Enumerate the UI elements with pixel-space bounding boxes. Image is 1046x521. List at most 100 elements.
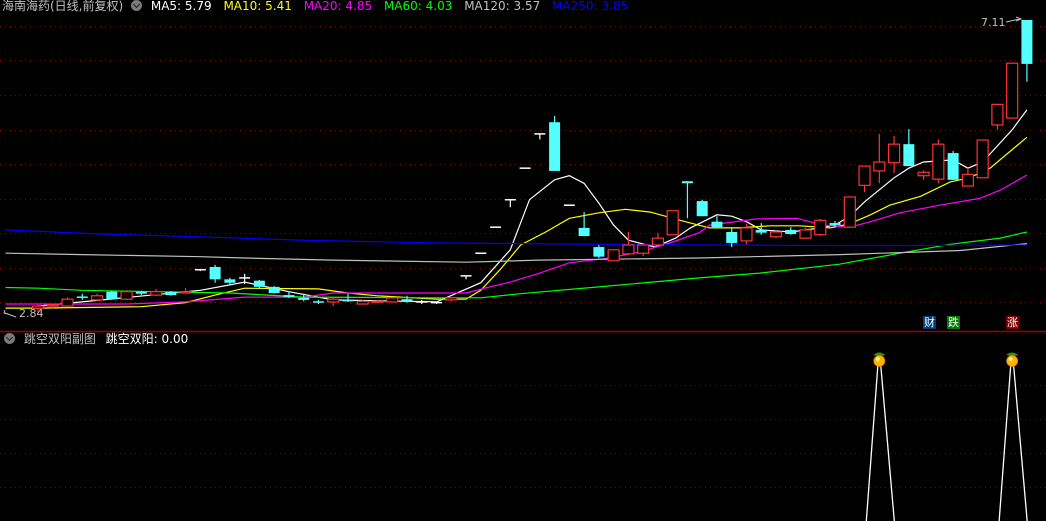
- ma250-label: MA250: 3.85: [552, 0, 629, 13]
- candle-body-up: [991, 103, 1004, 126]
- candle[interactable]: [1006, 62, 1019, 119]
- candle[interactable]: [814, 218, 827, 237]
- candle[interactable]: [917, 170, 930, 180]
- low-price-marker: [3, 309, 17, 318]
- candle[interactable]: [504, 198, 516, 208]
- candlesticks: [31, 20, 1033, 313]
- candle[interactable]: [903, 129, 915, 167]
- candle[interactable]: [224, 277, 236, 285]
- candle-body-up: [607, 249, 620, 262]
- candle-body-up: [371, 300, 384, 303]
- candle-body-up: [651, 237, 665, 246]
- candle-body-down: [726, 231, 738, 243]
- indicator-value: 跳空双阳: 0.00: [105, 332, 189, 346]
- candle-body-up: [445, 297, 458, 301]
- candle[interactable]: [666, 210, 679, 236]
- candle[interactable]: [268, 286, 280, 294]
- candle-body-up: [887, 143, 901, 164]
- candle-body-down: [785, 229, 797, 235]
- candle[interactable]: [858, 165, 871, 193]
- candle[interactable]: [1021, 20, 1033, 82]
- candle-body-down: [755, 229, 767, 233]
- candle-body-up: [858, 165, 871, 186]
- candle-body-up: [622, 244, 635, 255]
- candle[interactable]: [165, 290, 177, 296]
- ma120-line: [5, 243, 1027, 263]
- candle-body-up: [873, 161, 886, 172]
- candle[interactable]: [106, 290, 118, 300]
- candle[interactable]: [961, 168, 974, 187]
- candle-body-down: [209, 266, 221, 280]
- candle-body-down: [711, 221, 723, 228]
- candle[interactable]: [711, 216, 723, 228]
- candle[interactable]: [607, 249, 620, 262]
- candle[interactable]: [312, 299, 324, 305]
- signal-line: [880, 365, 895, 521]
- candle-body-down: [903, 144, 915, 167]
- sub-panel-header: 跳空双阳副图 跳空双阳: 0.00: [2, 331, 188, 347]
- signal-marker: [865, 352, 895, 521]
- candle[interactable]: [431, 301, 443, 305]
- kline-chart[interactable]: [0, 0, 1046, 521]
- candle[interactable]: [445, 297, 458, 302]
- candle[interactable]: [755, 223, 767, 235]
- candle[interactable]: [416, 299, 428, 305]
- candle[interactable]: [637, 244, 650, 256]
- candle-body-down: [268, 286, 280, 294]
- candle[interactable]: [785, 227, 797, 235]
- candle-body-up: [932, 143, 945, 180]
- candle-body-up: [327, 298, 340, 303]
- candle[interactable]: [976, 139, 989, 179]
- candle[interactable]: [991, 103, 1004, 130]
- candle[interactable]: [534, 133, 546, 140]
- candle-body-up: [61, 298, 74, 307]
- candle-body-up: [843, 196, 856, 228]
- orange-fruit-icon: [1006, 355, 1019, 367]
- signal-line: [865, 365, 879, 521]
- candle[interactable]: [386, 297, 399, 303]
- candle-body-down: [578, 227, 590, 237]
- candle[interactable]: [549, 116, 561, 171]
- candle[interactable]: [460, 275, 472, 280]
- ma10-label: MA10: 5.41: [223, 0, 292, 13]
- candle-body-down: [76, 296, 88, 298]
- finance-badge[interactable]: 财: [923, 316, 936, 329]
- rise-badge[interactable]: 涨: [1006, 316, 1019, 329]
- candle[interactable]: [947, 151, 959, 180]
- candle[interactable]: [887, 135, 901, 173]
- candle-body-up: [799, 229, 812, 239]
- candle[interactable]: [209, 264, 221, 283]
- fall-badge[interactable]: 跌: [947, 316, 960, 329]
- candle-body-down: [696, 201, 708, 217]
- candle-body-down: [401, 299, 413, 302]
- candle[interactable]: [194, 268, 206, 272]
- candle[interactable]: [843, 196, 856, 228]
- candle[interactable]: [120, 290, 133, 300]
- candle-body-down: [342, 299, 354, 302]
- chevron-down-icon[interactable]: [131, 0, 143, 11]
- candle[interactable]: [149, 288, 163, 296]
- candle-body-up: [814, 219, 827, 236]
- candle[interactable]: [327, 297, 340, 307]
- candle-body-down: [593, 247, 605, 257]
- high-price-label: 7.11: [981, 16, 1006, 29]
- candle[interactable]: [932, 139, 945, 184]
- candle[interactable]: [593, 245, 605, 259]
- candle[interactable]: [90, 293, 104, 302]
- signal-marker: [998, 352, 1028, 521]
- candle[interactable]: [726, 227, 738, 248]
- candle[interactable]: [696, 199, 708, 217]
- ma5-line: [37, 109, 1028, 307]
- candle-body-up: [740, 227, 753, 242]
- candle-body-up: [179, 291, 192, 294]
- candle[interactable]: [651, 232, 665, 246]
- candle[interactable]: [61, 297, 74, 307]
- chevron-down-icon[interactable]: [4, 333, 15, 344]
- candle-body-down: [224, 279, 236, 283]
- candle[interactable]: [253, 279, 265, 289]
- candle[interactable]: [873, 133, 886, 184]
- candle-body-up: [666, 210, 679, 236]
- candle[interactable]: [799, 227, 812, 239]
- candle[interactable]: [681, 181, 693, 219]
- candle[interactable]: [76, 293, 88, 300]
